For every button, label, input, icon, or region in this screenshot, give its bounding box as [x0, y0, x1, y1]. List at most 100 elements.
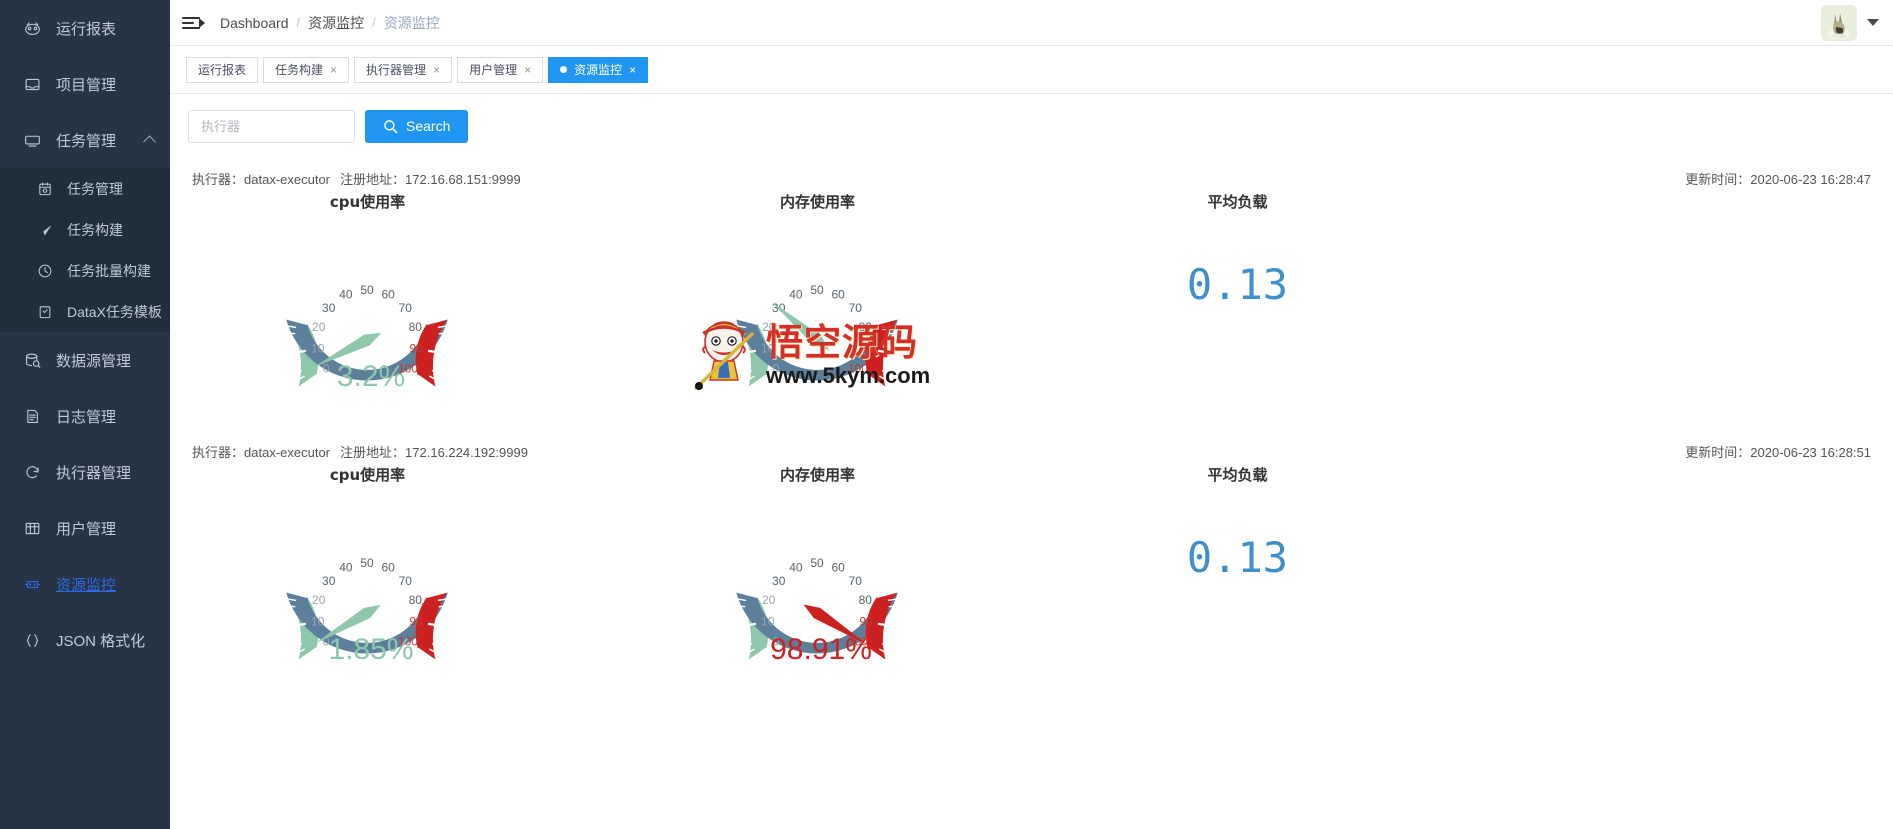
- sidebar-subitem-1[interactable]: 任务构建: [0, 209, 170, 250]
- load-title: 平均负载: [1207, 466, 1268, 484]
- sidebar-item-label: 日志管理: [56, 408, 117, 426]
- svg-text:90: 90: [860, 342, 874, 356]
- cpu-gauge: 0 10 20 30 40 50 60 70 80 90 100 3.2%: [260, 222, 600, 402]
- svg-text:90: 90: [410, 342, 424, 356]
- breadcrumb-separator: /: [372, 15, 376, 30]
- sidebar-item-1[interactable]: 项目管理: [0, 56, 170, 112]
- sidebar-subitem-label: 任务管理: [67, 180, 123, 197]
- load-value: 0.13: [1186, 533, 1289, 582]
- tab-3[interactable]: 用户管理 ×: [457, 56, 544, 83]
- tab-2[interactable]: 执行器管理 ×: [354, 56, 453, 83]
- executor-address: 172.16.68.151:9999: [405, 172, 521, 187]
- sidebar-item-label: 资源监控: [56, 576, 117, 594]
- search-input[interactable]: [188, 109, 355, 143]
- tab-1[interactable]: 任务构建 ×: [263, 56, 350, 83]
- executor-label: 执行器：: [192, 445, 245, 460]
- sidebar-item-label: 任务管理: [56, 132, 117, 150]
- sidebar-subitem-2[interactable]: 任务批量构建: [0, 250, 170, 291]
- sidebar-item-label: 执行器管理: [56, 464, 132, 482]
- svg-text:100: 100: [848, 362, 868, 376]
- svg-text:40: 40: [789, 288, 803, 302]
- updated-label: 更新时间：: [1685, 172, 1751, 187]
- tab-0[interactable]: 运行报表: [186, 56, 259, 83]
- updated-time: 更新时间：2020-06-23 16:28:47: [1685, 169, 1871, 188]
- tab-close-icon[interactable]: ×: [330, 64, 337, 76]
- updated-value: 2020-06-23 16:28:47: [1750, 172, 1871, 187]
- memory-gauge-title: 内存使用率: [779, 466, 855, 484]
- cpu-gauge-title: cpu使用率: [329, 193, 406, 211]
- breadcrumb: Dashboard / 资源监控 / 资源监控: [220, 13, 440, 33]
- search-icon: [384, 119, 398, 133]
- svg-text:70: 70: [399, 574, 413, 588]
- search-button[interactable]: Search: [365, 109, 469, 143]
- tab-close-icon[interactable]: ×: [433, 64, 440, 76]
- memory-gauge-card-1: 内存使用率 0 10 20 30 40 50 60 70 80 90 100 98.91%: [600, 464, 1030, 675]
- svg-text:80: 80: [409, 593, 423, 607]
- load-card-0: 平均负载 0.13: [1030, 191, 1460, 309]
- load-title: 平均负载: [1207, 193, 1268, 211]
- gauge-svg: 010203040 50 607080901003.2%: [283, 256, 451, 393]
- sidebar-item-2[interactable]: 任务管理: [0, 112, 170, 168]
- sidebar-item-6[interactable]: 用户管理: [0, 500, 170, 556]
- svg-text:70: 70: [849, 301, 863, 315]
- monitor-icon: [22, 130, 42, 150]
- tabs-bar: 运行报表 任务构建 × 执行器管理 × 用户管理 × 资源监控 ×: [170, 46, 1893, 94]
- gauge-row: cpu使用率 0 10 20 30 40 50 60 70 80 90 100 1.85% 内存使用率 0 1…: [170, 464, 1893, 675]
- tab-4[interactable]: 资源监控 ×: [548, 56, 649, 83]
- sidebar-item-3[interactable]: 数据源管理: [0, 332, 170, 388]
- sidebar: 运行报表 项目管理 任务管理 任务管理 任务构建 任务批量构建 DataX任务模板 数据源管理…: [0, 0, 170, 829]
- address-label: 注册地址：: [340, 172, 406, 187]
- breadcrumb-item-resource-monitor[interactable]: 资源监控: [308, 13, 364, 33]
- svg-text:80: 80: [859, 593, 873, 607]
- sidebar-subitem-0[interactable]: 任务管理: [0, 168, 170, 209]
- tab-label: 执行器管理: [366, 63, 427, 77]
- sidebar-item-label: 运行报表: [56, 20, 117, 38]
- svg-text:60: 60: [381, 288, 395, 302]
- svg-text:20: 20: [312, 320, 326, 334]
- svg-text:90: 90: [410, 615, 424, 629]
- sidebar-item-0[interactable]: 运行报表: [0, 0, 170, 56]
- executor-name: datax-executor: [244, 172, 331, 187]
- executor-label: 执行器：: [192, 172, 245, 187]
- sidebar-item-4[interactable]: 日志管理: [0, 388, 170, 444]
- gauge-svg: 010203040 50 6070809010098.91%: [733, 529, 901, 666]
- sidebar-subitem-3[interactable]: DataX任务模板: [0, 291, 170, 332]
- sidebar-subitem-label: 任务批量构建: [67, 262, 151, 279]
- avatar-menu[interactable]: [1821, 4, 1893, 41]
- cpu-gauge: 0 10 20 30 40 50 60 70 80 90 100 1.85%: [260, 495, 600, 675]
- sidebar-item-7[interactable]: 资源监控: [0, 556, 170, 612]
- sidebar-item-5[interactable]: 执行器管理: [0, 444, 170, 500]
- svg-text:20: 20: [762, 320, 776, 334]
- tab-close-icon[interactable]: ×: [524, 64, 531, 76]
- svg-text:90: 90: [860, 615, 874, 629]
- braces-icon: [22, 630, 42, 650]
- breadcrumb-item-current: 资源监控: [383, 14, 440, 31]
- cpu-gauge-card-1: cpu使用率 0 10 20 30 40 50 60 70 80 90 100 1.85%: [170, 464, 600, 675]
- svg-text:50: 50: [360, 556, 374, 570]
- tab-close-icon[interactable]: ×: [629, 64, 636, 76]
- executor-name: datax-executor: [244, 445, 331, 460]
- project-icon: [22, 74, 42, 94]
- updated-value: 2020-06-23 16:28:51: [1750, 445, 1871, 460]
- svg-text:20: 20: [762, 593, 776, 607]
- user-avatar[interactable]: [1821, 4, 1857, 41]
- svg-text:10: 10: [311, 615, 325, 629]
- svg-text:30: 30: [322, 574, 336, 588]
- svg-text:60: 60: [381, 561, 395, 575]
- calendar-icon: [36, 180, 54, 198]
- svg-text:3.2%: 3.2%: [337, 360, 405, 393]
- executor-info-row: 执行器： datax-executor 注册地址： 172.16.224.192:99…: [170, 442, 1893, 464]
- gauge-row: cpu使用率 0 10 20 30 40 50 60 70 80 90 100 3.2% 内存使用率 0 10…: [170, 191, 1893, 402]
- executor-info-row: 执行器： datax-executor 注册地址： 172.16.68.151:999…: [170, 169, 1893, 191]
- sidebar-item-label: JSON 格式化: [56, 632, 146, 650]
- hamburger-collapse-icon[interactable]: [182, 12, 205, 34]
- sidebar-item-8[interactable]: JSON 格式化: [0, 612, 170, 668]
- svg-text:30: 30: [772, 574, 786, 588]
- breadcrumb-item-dashboard[interactable]: Dashboard: [220, 15, 289, 31]
- svg-text:40: 40: [789, 561, 803, 575]
- svg-text:40: 40: [339, 288, 353, 302]
- grid-icon: [22, 518, 42, 538]
- tab-label: 运行报表: [198, 63, 247, 77]
- sidebar-item-label: 项目管理: [56, 76, 117, 94]
- chevron-down-icon[interactable]: [1867, 19, 1879, 26]
